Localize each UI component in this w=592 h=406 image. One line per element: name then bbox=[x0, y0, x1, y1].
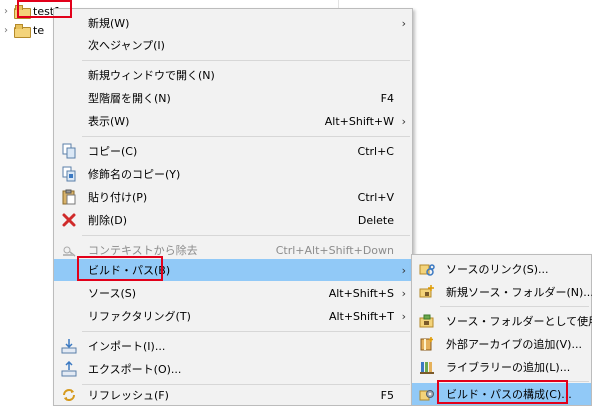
tree-item-project[interactable]: › te bbox=[0, 21, 44, 39]
submenu-item-add-external-archives[interactable]: 外部アーカイブの追加(V)... bbox=[412, 333, 591, 355]
menu-item-go-into[interactable]: 次へジャンプ(I) bbox=[54, 34, 412, 56]
chevron-right-icon: › bbox=[401, 263, 406, 277]
menu-item-new[interactable]: 新規(W) › bbox=[54, 12, 412, 34]
chevron-right-icon: › bbox=[401, 286, 406, 300]
menu-item-open-new-window[interactable]: 新規ウィンドウで開く(N) bbox=[54, 64, 412, 86]
menu-separator bbox=[82, 235, 410, 236]
copy-icon bbox=[61, 143, 77, 159]
menu-item-delete[interactable]: 削除(D) Delete bbox=[54, 209, 412, 231]
menu-item-paste[interactable]: 貼り付け(P) Ctrl+V bbox=[54, 186, 412, 208]
delete-icon bbox=[61, 212, 77, 228]
use-as-source-folder-icon bbox=[419, 313, 435, 329]
submenu-item-add-libraries[interactable]: ライブラリーの追加(L)... bbox=[412, 356, 591, 378]
menu-separator bbox=[82, 60, 410, 61]
chevron-right-icon: › bbox=[401, 114, 406, 128]
menu-item-refactor[interactable]: リファクタリング(T) Alt+Shift+T › bbox=[54, 305, 412, 327]
chevron-right-icon: › bbox=[401, 309, 406, 323]
submenu-item-use-as-source-folder[interactable]: ソース・フォルダーとして使用(U) bbox=[412, 310, 592, 332]
import-icon bbox=[61, 338, 77, 354]
menu-separator bbox=[82, 331, 410, 332]
submenu-item-link-source[interactable]: ソースのリンク(S)... bbox=[412, 258, 591, 280]
export-icon bbox=[61, 361, 77, 377]
menu-item-refresh[interactable]: リフレッシュ(F) F5 bbox=[54, 384, 412, 406]
context-menu: 新規(W) › 次へジャンプ(I) 新規ウィンドウで開く(N) 型階層を開く(N… bbox=[53, 8, 413, 406]
menu-item-import[interactable]: インポート(I)... bbox=[54, 335, 412, 357]
chevron-right-icon[interactable]: › bbox=[0, 25, 12, 36]
menu-separator bbox=[82, 136, 410, 137]
menu-item-open-type-hierarchy[interactable]: 型階層を開く(N) F4 bbox=[54, 87, 412, 109]
menu-item-source[interactable]: ソース(S) Alt+Shift+S › bbox=[54, 282, 412, 304]
paste-icon bbox=[61, 189, 77, 205]
chevron-right-icon: › bbox=[401, 16, 406, 30]
menu-item-export[interactable]: エクスポート(O)... bbox=[54, 358, 412, 380]
chevron-right-icon[interactable]: › bbox=[0, 6, 12, 17]
add-library-icon bbox=[419, 359, 435, 375]
add-external-archive-icon bbox=[419, 336, 435, 352]
copy-qualified-name-icon bbox=[61, 166, 77, 182]
tree-item-label: te bbox=[33, 23, 45, 37]
project-folder-icon bbox=[14, 24, 31, 38]
new-source-folder-icon bbox=[419, 284, 435, 300]
remove-context-icon bbox=[61, 242, 77, 258]
refresh-icon bbox=[61, 387, 77, 403]
menu-item-copy-qualified-name[interactable]: 修飾名のコピー(Y) bbox=[54, 163, 412, 185]
configure-build-path-icon bbox=[419, 386, 435, 402]
menu-separator bbox=[440, 306, 589, 307]
annotation-highlight-configure-build-path bbox=[437, 380, 568, 404]
annotation-highlight-project bbox=[17, 0, 72, 18]
menu-item-copy[interactable]: コピー(C) Ctrl+C bbox=[54, 140, 412, 162]
link-source-icon bbox=[419, 261, 435, 277]
annotation-highlight-build-path bbox=[77, 256, 163, 281]
submenu-item-new-source-folder[interactable]: 新規ソース・フォルダー(N)... bbox=[412, 281, 592, 303]
menu-item-show-in[interactable]: 表示(W) Alt+Shift+W › bbox=[54, 110, 412, 132]
